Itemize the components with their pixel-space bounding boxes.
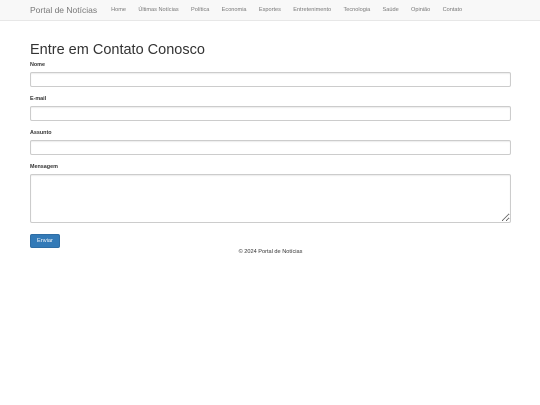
subject-input[interactable] [30, 140, 511, 155]
nav-link-home[interactable]: Home [111, 7, 126, 13]
submit-button[interactable]: Enviar [30, 234, 60, 248]
nav-link-economia[interactable]: Economia [222, 7, 247, 13]
subject-group: Assunto [30, 130, 511, 155]
name-input[interactable] [30, 72, 511, 87]
footer: © 2024 Portal de Notícias [30, 249, 511, 255]
subject-label: Assunto [30, 130, 52, 136]
nav-link-saude[interactable]: Saúde [383, 7, 399, 13]
main-content: Entre em Contato Conosco Nome E-mail Ass… [0, 42, 540, 255]
nav-link-politica[interactable]: Política [191, 7, 209, 13]
message-group: Mensagem [30, 164, 511, 223]
nav-link-contato[interactable]: Contato [443, 7, 463, 13]
brand-link[interactable]: Portal de Notícias [30, 5, 97, 15]
name-group: Nome [30, 62, 511, 87]
email-label: E-mail [30, 96, 47, 102]
email-group: E-mail [30, 96, 511, 121]
email-input[interactable] [30, 106, 511, 121]
message-textarea[interactable] [30, 174, 511, 223]
nav-link-esportes[interactable]: Esportes [259, 7, 281, 13]
navbar: Portal de Notícias Home Últimas Notícias… [0, 0, 540, 21]
nav-link-entretenimento[interactable]: Entretenimento [293, 7, 331, 13]
footer-copyright: © 2024 Portal de Notícias [238, 249, 303, 255]
page-title: Entre em Contato Conosco [30, 42, 205, 58]
nav-link-opiniao[interactable]: Opinião [411, 7, 430, 13]
nav-link-tecnologia[interactable]: Tecnologia [343, 7, 370, 13]
nav-link-ultimas-noticias[interactable]: Últimas Notícias [138, 7, 178, 13]
message-label: Mensagem [30, 164, 58, 170]
name-label: Nome [30, 62, 45, 68]
contact-form: Nome E-mail Assunto Mensagem Enviar [30, 62, 511, 248]
nav-links: Home Últimas Notícias Política Economia … [111, 7, 474, 13]
